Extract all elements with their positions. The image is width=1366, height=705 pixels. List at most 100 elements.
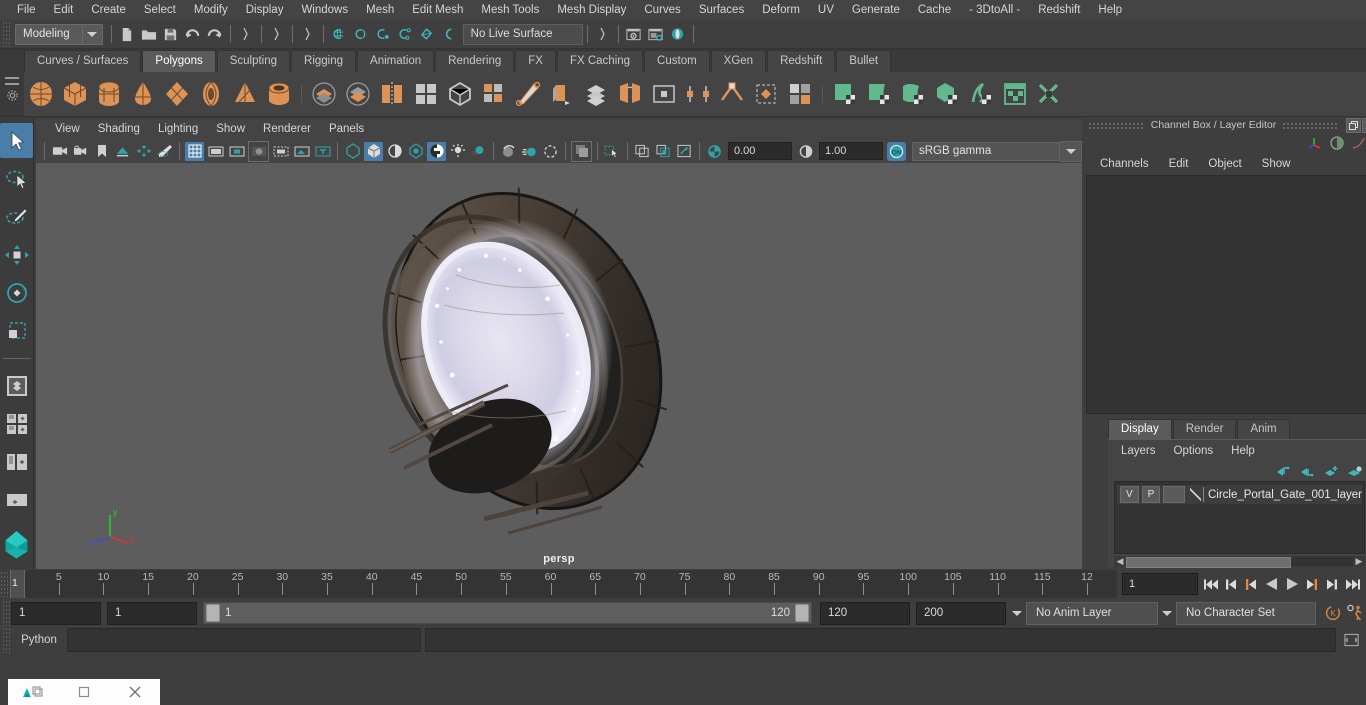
layer-editor-tab-display[interactable]: Display [1108,419,1172,439]
script-editor-icon[interactable] [1340,629,1362,651]
status-line-grip[interactable] [2,21,11,47]
scrollbar-thumb[interactable] [1126,557,1292,568]
gear-icon[interactable] [6,89,19,102]
shelf-tab-redshift[interactable]: Redshift [767,50,836,72]
mirror-geometry-icon[interactable] [375,75,409,113]
perspective-viewport[interactable]: y x z persp [36,163,1082,569]
menu-create[interactable]: Create [82,2,135,18]
time-slider[interactable]: 1 5 10 15 20 25 30 35 40 45 50 55 60 65 70 75 80 85 90 95 1… [10,570,1117,598]
text-overlay-icon[interactable] [313,142,332,161]
menu-deform[interactable]: Deform [753,2,809,18]
grease-pencil-icon[interactable] [155,142,174,161]
undock-panel-button[interactable] [1346,117,1361,133]
current-frame-field[interactable]: 1 [1122,573,1198,595]
assign-hair-shader-icon[interactable] [964,75,998,113]
menu-mesh-display[interactable]: Mesh Display [548,2,635,18]
go-to-end-icon[interactable] [1343,574,1360,594]
menu-3dtoall[interactable]: - 3DtoAll - [960,2,1029,18]
polygon-torus-icon[interactable] [194,75,228,113]
marquee-select-icon[interactable] [603,142,622,161]
paste-viewport-icon[interactable] [654,142,673,161]
four-view-layout[interactable] [0,406,33,441]
exposure-field[interactable]: 0.00 [728,142,792,160]
scroll-left-icon[interactable]: ◀ [1114,556,1126,567]
move-layer-down-icon[interactable] [1299,465,1315,478]
select-by-component-icon[interactable] [297,23,319,45]
snap-to-curve-icon[interactable] [350,23,372,45]
uv-cut-icon[interactable] [1032,75,1066,113]
manipulator-axes-icon[interactable] [1307,135,1323,151]
layer-visibility-toggle[interactable]: V [1120,486,1139,503]
image-plane-icon[interactable] [113,142,132,161]
polygon-prism-icon[interactable] [228,75,262,113]
layer-editor-tab-render[interactable]: Render [1172,419,1237,439]
channel-box-list[interactable] [1086,175,1366,414]
bevel-icon[interactable] [545,75,579,113]
smooth-icon[interactable] [579,75,613,113]
range-slider[interactable]: 1 120 [203,602,812,624]
layer-editor-tab-anim[interactable]: Anim [1237,419,1290,439]
polygon-pipe-icon[interactable] [262,75,296,113]
menu-curves[interactable]: Curves [635,2,689,18]
assign-blinn-icon[interactable] [862,75,896,113]
play-backwards-icon[interactable] [1263,574,1280,594]
shelf-tab-fx[interactable]: FX [515,50,556,72]
auto-keyframe-icon[interactable]: K [1322,602,1344,624]
uv-editor-icon[interactable] [998,75,1032,113]
color-management-field[interactable]: sRGB gamma [912,141,1060,161]
crease-icon[interactable] [715,75,749,113]
use-default-material-icon[interactable] [406,142,425,161]
snap-to-projected-center-icon[interactable] [394,23,416,45]
film-gate-display-icon[interactable] [271,142,290,161]
scroll-right-icon[interactable]: ▶ [1353,556,1365,567]
select-camera-icon[interactable] [50,142,69,161]
shelf-tab-polygons[interactable]: Polygons [142,50,216,72]
shelf-tab-bullet[interactable]: Bullet [836,50,892,72]
close-panel-button[interactable] [1362,117,1366,133]
chevron-down-icon[interactable] [1060,140,1082,162]
viewport-menu-lighting[interactable]: Lighting [149,122,207,136]
copy-viewport-icon[interactable] [633,142,652,161]
menu-display[interactable]: Display [237,2,293,18]
viewport-menu-show[interactable]: Show [207,122,254,136]
polygon-sphere-icon[interactable] [24,75,58,113]
quad-draw-icon[interactable] [783,75,817,113]
new-scene-icon[interactable] [116,23,138,45]
use-all-lights-icon[interactable] [448,142,467,161]
layer-menu-help[interactable]: Help [1222,444,1264,458]
combine-icon[interactable] [409,75,443,113]
shelf-tab-sculpting[interactable]: Sculpting [216,50,291,72]
menu-edit-mesh[interactable]: Edit Mesh [403,2,472,18]
snap-to-view-plane-icon[interactable] [416,23,438,45]
bookmark-icon[interactable] [92,142,111,161]
paint-select-tool[interactable] [0,199,33,234]
channel-menu-channels[interactable]: Channels [1090,157,1159,171]
channel-menu-object[interactable]: Object [1198,157,1251,171]
ipr-render-icon[interactable] [667,23,689,45]
exposure-icon[interactable] [705,142,724,161]
single-perspective-layout[interactable] [0,368,33,403]
animation-preferences-icon[interactable] [1344,602,1366,624]
assign-lambert-icon[interactable] [828,75,862,113]
shadows-icon[interactable] [469,142,488,161]
outliner-persp-layout[interactable] [0,444,33,479]
range-start-handle[interactable] [206,604,220,622]
render-current-frame-icon[interactable] [645,23,667,45]
boolean-difference-icon[interactable] [341,75,375,113]
gate-mask-icon[interactable] [248,140,269,162]
layer-playback-toggle[interactable]: P [1141,486,1161,503]
command-line-grip[interactable] [2,627,11,653]
viewport-menu-renderer[interactable]: Renderer [254,122,320,136]
xray-icon[interactable] [292,142,311,161]
smooth-shade-all-icon[interactable] [364,141,383,161]
transform-component-icon[interactable] [749,75,783,113]
motion-blur-icon[interactable] [520,142,539,161]
polygon-cylinder-icon[interactable] [92,75,126,113]
snap-to-grid-icon[interactable] [328,23,350,45]
playback-start-time-field[interactable]: 1 [107,601,197,625]
connect-icon[interactable] [681,75,715,113]
grid-toggle-icon[interactable] [185,141,204,161]
speed-operation-icon[interactable] [1329,135,1345,151]
anim-end-time-field[interactable]: 200 [916,601,1006,625]
assign-phong-icon[interactable] [896,75,930,113]
